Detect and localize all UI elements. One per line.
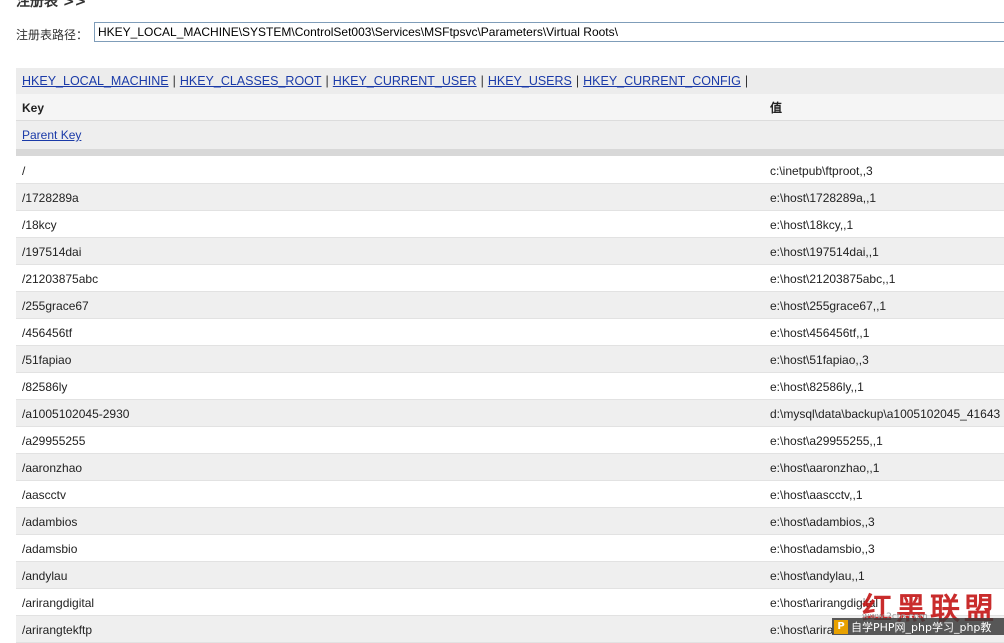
parent-key-link[interactable]: Parent Key	[22, 128, 81, 142]
row-value: d:\mysql\data\backup\a1005102045_41643	[770, 407, 1001, 421]
table-row[interactable]: /82586ly e:\host\82586ly,,1	[16, 373, 1004, 400]
row-key: /	[22, 164, 26, 178]
row-key: /197514dai	[22, 245, 82, 259]
row-key: /1728289a	[22, 191, 79, 205]
row-value: e:\host\andylau,,1	[770, 569, 865, 583]
row-value: c:\inetpub\ftproot,,3	[770, 164, 873, 178]
row-key: /arirangtekftp	[22, 623, 93, 637]
value-column-header: 值	[770, 101, 783, 115]
row-key: /18kcy	[22, 218, 57, 232]
table-header: Key 值	[16, 94, 1004, 121]
table-row[interactable]: /456456tf e:\host\456456tf,,1	[16, 319, 1004, 346]
row-value: e:\host\456456tf,,1	[770, 326, 870, 340]
hive-separator: |	[575, 74, 580, 88]
registry-path-input[interactable]	[94, 22, 1004, 42]
row-key: /adambios	[22, 515, 78, 529]
row-key: /a1005102045-2930	[22, 407, 130, 421]
table-row[interactable]: /aascctv e:\host\aascctv,,1	[16, 481, 1004, 508]
row-key: /adamsbio	[22, 542, 78, 556]
table-row[interactable]: /255grace67 e:\host\255grace67,,1	[16, 292, 1004, 319]
row-key: /255grace67	[22, 299, 89, 313]
table-row[interactable]: / c:\inetpub\ftproot,,3	[16, 157, 1004, 184]
table-row[interactable]: /21203875abc e:\host\21203875abc,,1	[16, 265, 1004, 292]
row-value: e:\host\21203875abc,,1	[770, 272, 896, 286]
row-value: e:\host\arirangdigital	[770, 596, 879, 610]
row-value: e:\host\adamsbio,,3	[770, 542, 875, 556]
table-row[interactable]: /197514dai e:\host\197514dai,,1	[16, 238, 1004, 265]
registry-path-label: 注册表路径：	[16, 27, 89, 42]
registry-path-row: 注册表路径：	[16, 22, 1004, 46]
table-row[interactable]: /adambios e:\host\adambios,,3	[16, 508, 1004, 535]
row-key: /82586ly	[22, 380, 68, 394]
hive-link-users[interactable]: HKEY_USERS	[488, 74, 572, 88]
row-value: e:\host\aascctv,,1	[770, 488, 863, 502]
table-row[interactable]: /andylau e:\host\andylau,,1	[16, 562, 1004, 589]
row-key: /arirangdigital	[22, 596, 95, 610]
table-row[interactable]: /a1005102045-2930 d:\mysql\data\backup\a1…	[16, 400, 1004, 427]
row-key: /andylau	[22, 569, 68, 583]
row-value: e:\host\255grace67,,1	[770, 299, 887, 313]
row-value: e:\host\adambios,,3	[770, 515, 875, 529]
section-divider	[16, 149, 1004, 156]
row-value: e:\host\1728289a,,1	[770, 191, 877, 205]
hive-separator: |	[325, 74, 329, 88]
hive-links-bar: HKEY_LOCAL_MACHINE | HKEY_CLASSES_ROOT |…	[16, 68, 1004, 94]
row-value: e:\host\a29955255,,1	[770, 434, 883, 448]
hive-separator: |	[172, 74, 176, 88]
table-row[interactable]: /aaronzhao e:\host\aaronzhao,,1	[16, 454, 1004, 481]
row-key: /21203875abc	[22, 272, 99, 286]
row-value: e:\host\197514dai,,1	[770, 245, 879, 259]
row-key: /51fapiao	[22, 353, 72, 367]
key-column-header: Key	[22, 101, 45, 115]
row-key: /aaronzhao	[22, 461, 83, 475]
hive-separator: |	[744, 74, 749, 88]
row-key: /a29955255	[22, 434, 86, 448]
table-row[interactable]: /adamsbio e:\host\adamsbio,,3	[16, 535, 1004, 562]
hive-separator: |	[480, 74, 484, 88]
row-key: /456456tf	[22, 326, 73, 340]
row-value: e:\host\51fapiao,,3	[770, 353, 869, 367]
table-row[interactable]: /51fapiao e:\host\51fapiao,,3	[16, 346, 1004, 373]
table-row[interactable]: /1728289a e:\host\1728289a,,1	[16, 184, 1004, 211]
page-title: 注册表 >>	[16, 0, 87, 10]
row-value: e:\host\82586ly,,1	[770, 380, 864, 394]
row-value: e:\host\18kcy,,1	[770, 218, 854, 232]
table-row[interactable]: /arirangdigital e:\host\arirangdigital	[16, 589, 1004, 616]
row-key: /aascctv	[22, 488, 67, 502]
hive-link-local-machine[interactable]: HKEY_LOCAL_MACHINE	[22, 74, 169, 88]
hive-link-current-config[interactable]: HKEY_CURRENT_CONFIG	[583, 74, 741, 88]
hive-link-classes-root[interactable]: HKEY_CLASSES_ROOT	[180, 74, 322, 88]
table-row[interactable]: /a29955255 e:\host\a29955255,,1	[16, 427, 1004, 454]
parent-key-row: Parent Key	[16, 121, 1004, 149]
table-row[interactable]: /18kcy e:\host\18kcy,,1	[16, 211, 1004, 238]
row-value: e:\host\aaronzhao,,1	[770, 461, 880, 475]
hive-link-current-user[interactable]: HKEY_CURRENT_USER	[333, 74, 477, 88]
row-value: e:\host\arira	[770, 623, 834, 637]
registry-values-list: / c:\inetpub\ftproot,,3/1728289a e:\host\1…	[16, 157, 1004, 643]
